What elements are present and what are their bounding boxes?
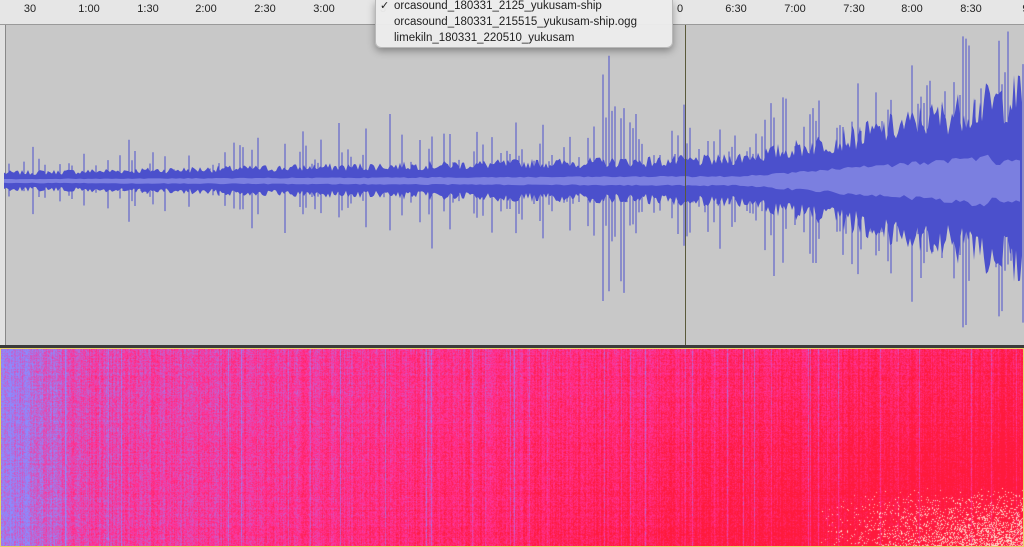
ruler-tick-label: 1:00 [78, 3, 100, 15]
ruler-tick-label: 8:30 [960, 3, 982, 15]
ruler-tick-label: 2:00 [195, 3, 217, 15]
menu-item-label: limekiln_180331_220510_yukusam [394, 32, 575, 44]
menu-item-track[interactable]: limekiln_180331_220510_yukusam [376, 31, 672, 47]
ruler-tick-label: 2:30 [254, 3, 276, 15]
menu-item-label: orcasound_180331_2125_yukusam-ship [394, 0, 602, 12]
spectrogram-plot [1, 349, 1023, 546]
waveform-plot [4, 31, 1024, 328]
ruler-tick-label: 6:30 [725, 3, 747, 15]
ruler-tick-label: 7:30 [843, 3, 865, 15]
spectrogram-track[interactable] [0, 348, 1024, 547]
checkmark-icon: ✓ [380, 0, 390, 12]
menu-item-track[interactable]: ✓ orcasound_180331_2125_yukusam-ship [376, 0, 672, 15]
waveform-track[interactable] [0, 25, 1024, 345]
ruler-tick-label: 1:30 [137, 3, 159, 15]
menu-item-track[interactable]: orcasound_180331_215515_yukusam-ship.ogg [376, 15, 672, 31]
track-selector-menu[interactable]: ✓ orcasound_180331_2125_yukusam-shiporcas… [375, 0, 673, 48]
playback-cursor[interactable] [685, 25, 686, 345]
menu-item-label: orcasound_180331_215515_yukusam-ship.ogg [394, 16, 637, 28]
ruler-tick-label: 3:00 [313, 3, 335, 15]
ruler-tick-label: 30 [23, 3, 37, 15]
ruler-tick-label: 8:00 [901, 3, 923, 15]
ruler-tick-label: 7:00 [784, 3, 806, 15]
ruler-tick-label: 0 [676, 3, 684, 15]
